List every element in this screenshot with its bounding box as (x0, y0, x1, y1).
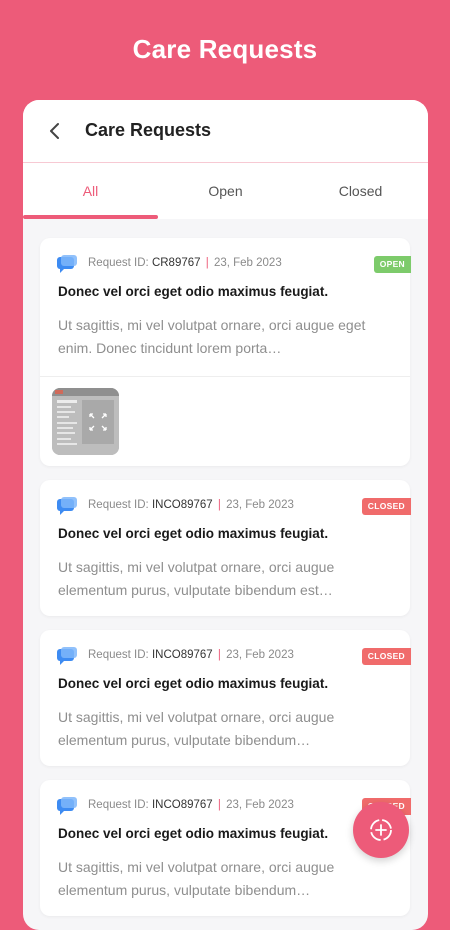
chat-icon (57, 797, 77, 815)
tab-all[interactable]: All (23, 163, 158, 219)
request-meta: Request ID: INCO89767 | 23, Feb 2023 (88, 499, 294, 511)
document-preview-icon (52, 388, 119, 455)
request-date: 23, Feb 2023 (226, 649, 294, 661)
request-id-label: Request ID: (88, 499, 149, 511)
request-card[interactable]: Request ID: CR89767 | 23, Feb 2023 OPEN … (40, 238, 411, 467)
chevron-left-icon (50, 123, 59, 139)
tab-open[interactable]: Open (158, 163, 293, 219)
request-card[interactable]: Request ID: INCO89767 | 23, Feb 2023 CLO… (40, 480, 411, 616)
request-description: Ut sagittis, mi vel volutpat ornare, orc… (58, 859, 335, 898)
page-title: Care Requests (132, 34, 318, 64)
request-id-label: Request ID: (88, 257, 149, 269)
request-title: Donec vel orci eget odio maximus feugiat… (58, 284, 329, 299)
status-badge: OPEN (373, 256, 411, 273)
request-id-label: Request ID: (88, 799, 149, 811)
meta-separator: | (217, 649, 221, 661)
request-date: 23, Feb 2023 (226, 799, 294, 811)
attachments-row (40, 376, 410, 467)
add-request-icon (370, 819, 392, 841)
add-request-button[interactable] (353, 802, 409, 858)
chat-icon (57, 255, 77, 273)
request-card[interactable]: Request ID: INCO89767 | 23, Feb 2023 CLO… (40, 630, 411, 766)
tab-closed[interactable]: Closed (293, 163, 428, 219)
request-meta: Request ID: CR89767 | 23, Feb 2023 (88, 257, 282, 269)
request-id-label: Request ID: (88, 649, 149, 661)
request-date: 23, Feb 2023 (226, 499, 294, 511)
request-title: Donec vel orci eget odio maximus feugiat… (58, 526, 329, 541)
status-badge: CLOSED (361, 498, 411, 515)
chat-icon (57, 647, 77, 665)
active-tab-indicator (23, 215, 158, 219)
request-description: Ut sagittis, mi vel volutpat ornare, orc… (58, 317, 366, 356)
panel-header: Care Requests (23, 100, 428, 163)
back-button[interactable] (43, 119, 67, 143)
request-title: Donec vel orci eget odio maximus feugiat… (58, 676, 329, 691)
request-id: INCO89767 (151, 499, 213, 511)
status-badge: CLOSED (361, 648, 411, 665)
attachment-thumbnail[interactable] (52, 388, 119, 455)
tab-bar: All Open Closed (23, 163, 428, 219)
meta-separator: | (217, 799, 221, 811)
meta-separator: | (217, 499, 221, 511)
request-id: INCO89767 (151, 649, 213, 661)
request-description: Ut sagittis, mi vel volutpat ornare, orc… (58, 559, 335, 598)
meta-separator: | (205, 257, 209, 269)
header-title: Care Requests (85, 120, 212, 140)
request-date: 23, Feb 2023 (213, 257, 282, 269)
chat-icon (57, 497, 77, 515)
request-description: Ut sagittis, mi vel volutpat ornare, orc… (58, 709, 335, 748)
request-id: INCO89767 (151, 799, 213, 811)
request-id: CR89767 (151, 257, 201, 269)
request-meta: Request ID: INCO89767 | 23, Feb 2023 (88, 799, 294, 811)
request-title: Donec vel orci eget odio maximus feugiat… (58, 826, 329, 841)
request-meta: Request ID: INCO89767 | 23, Feb 2023 (88, 649, 294, 661)
